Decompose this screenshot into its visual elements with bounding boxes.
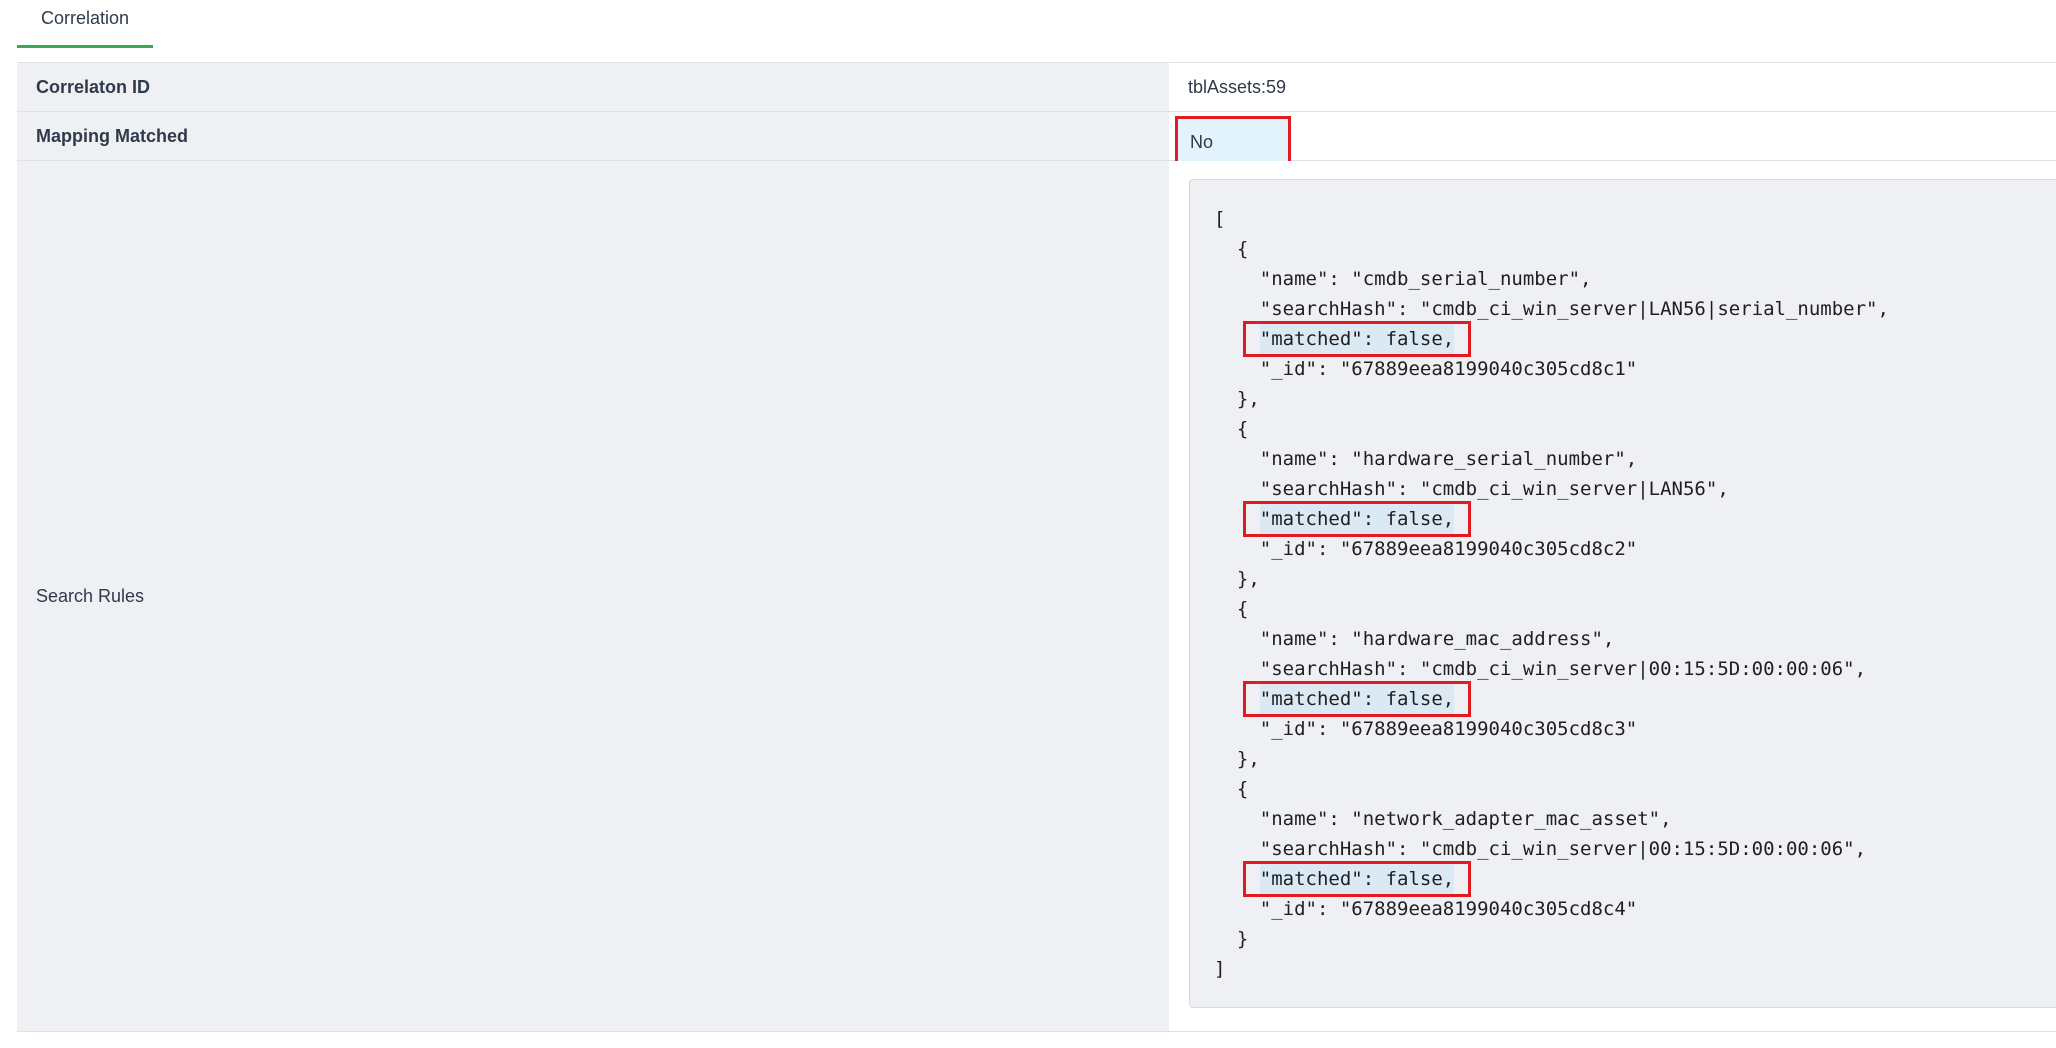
json-line: "_id": "67889eea8199040c305cd8c3" xyxy=(1214,718,1638,740)
json-line: "matched": false, xyxy=(1214,321,1889,357)
highlight-box xyxy=(1242,321,1472,357)
mapping-matched-label: Mapping Matched xyxy=(17,112,1169,160)
json-line: { xyxy=(1214,778,1249,800)
highlight-box xyxy=(1242,861,1472,897)
json-line: "searchHash": "cmdb_ci_win_server|00:15:… xyxy=(1214,658,1867,680)
json-line: "_id": "67889eea8199040c305cd8c4" xyxy=(1214,898,1638,920)
correlation-id-row: Correlaton ID tblAssets:59 xyxy=(17,63,2056,112)
json-line: "searchHash": "cmdb_ci_win_server|LAN56"… xyxy=(1214,478,1729,500)
search-rules-label: Search Rules xyxy=(17,161,1169,1031)
json-line: "matched": false, xyxy=(1214,501,1889,537)
highlight-box xyxy=(1242,501,1472,537)
matched-false-highlight: "matched": false, xyxy=(1242,501,1472,537)
json-line: { xyxy=(1214,238,1249,260)
json-line: "matched": false, xyxy=(1214,681,1889,717)
search-rules-code: [ { "name": "cmdb_serial_number", "searc… xyxy=(1214,204,1889,984)
json-line: [ xyxy=(1214,208,1226,230)
json-line: "searchHash": "cmdb_ci_win_server|00:15:… xyxy=(1214,838,1867,860)
json-line: "_id": "67889eea8199040c305cd8c1" xyxy=(1214,358,1638,380)
json-line: } xyxy=(1214,928,1249,950)
mapping-matched-row: Mapping Matched No xyxy=(17,112,2056,169)
mapping-matched-cell xyxy=(1169,112,2056,160)
correlation-id-value: tblAssets:59 xyxy=(1169,63,2056,111)
json-line: "name": "network_adapter_mac_asset", xyxy=(1214,808,1672,830)
matched-false-highlight: "matched": false, xyxy=(1242,861,1472,897)
json-line: ] xyxy=(1214,958,1226,980)
correlation-id-label: Correlaton ID xyxy=(17,63,1169,111)
search-rules-row: Search Rules [ { "name": "cmdb_serial_nu… xyxy=(17,161,2056,1032)
json-line: { xyxy=(1214,418,1249,440)
json-line: "name": "hardware_serial_number", xyxy=(1214,448,1638,470)
json-line: "name": "cmdb_serial_number", xyxy=(1214,268,1592,290)
json-line: }, xyxy=(1214,748,1260,770)
tab-correlation[interactable]: Correlation xyxy=(17,0,153,48)
json-line: }, xyxy=(1214,388,1260,410)
search-rules-json: [ { "name": "cmdb_serial_number", "searc… xyxy=(1189,179,2056,1008)
json-line: "name": "hardware_mac_address", xyxy=(1214,628,1615,650)
json-line: { xyxy=(1214,598,1249,620)
correlation-table: Correlaton ID tblAssets:59 Mapping Match… xyxy=(17,62,2056,1032)
matched-false-highlight: "matched": false, xyxy=(1242,321,1472,357)
json-line: "matched": false, xyxy=(1214,861,1889,897)
highlight-box xyxy=(1242,681,1472,717)
json-line: "_id": "67889eea8199040c305cd8c2" xyxy=(1214,538,1638,560)
matched-false-highlight: "matched": false, xyxy=(1242,681,1472,717)
json-line: }, xyxy=(1214,568,1260,590)
json-line: "searchHash": "cmdb_ci_win_server|LAN56|… xyxy=(1214,298,1889,320)
